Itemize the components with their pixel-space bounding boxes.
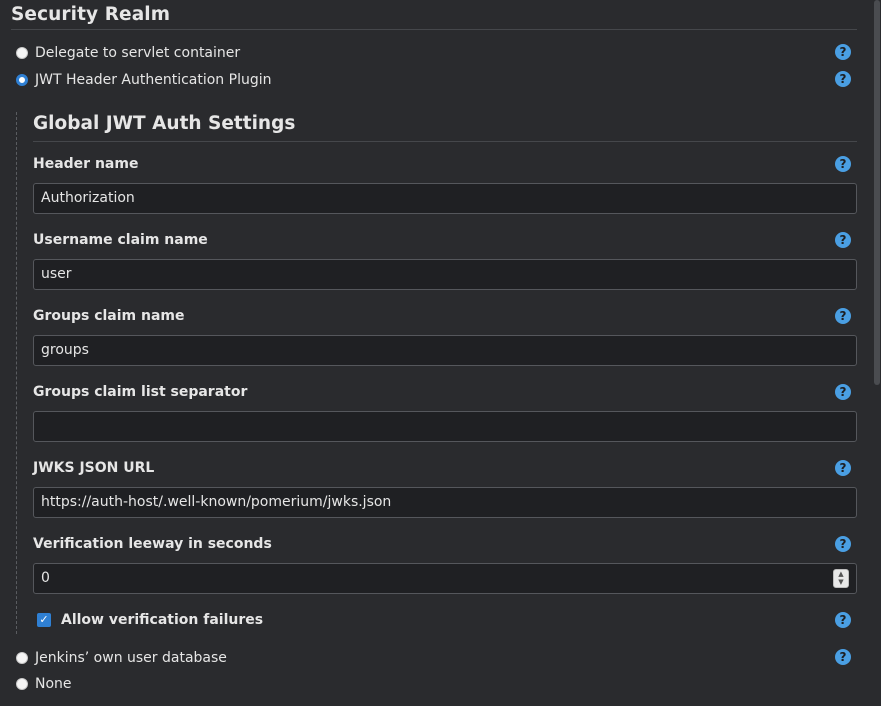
help-icon[interactable]: ? <box>835 384 851 400</box>
help-icon[interactable]: ? <box>835 232 851 248</box>
radio-label: Jenkins’ own user database <box>35 650 227 666</box>
radio-button[interactable] <box>16 74 28 86</box>
spinner-up-icon[interactable]: ▲ <box>837 571 845 578</box>
leeway-value: 0 <box>41 570 50 586</box>
scrollbar[interactable] <box>873 0 881 706</box>
help-icon[interactable]: ? <box>835 649 851 665</box>
help-icon[interactable]: ? <box>835 612 851 628</box>
spinner-down-icon[interactable]: ▼ <box>837 579 845 586</box>
jwt-settings-title: Global JWT Auth Settings <box>33 113 296 134</box>
jwks-url-label: JWKS JSON URL <box>33 460 155 476</box>
help-icon[interactable]: ? <box>835 460 851 476</box>
groups-claim-label: Groups claim name <box>33 308 185 324</box>
jwt-settings-divider <box>33 141 857 142</box>
radio-jwt-plugin[interactable]: JWT Header Authentication Plugin <box>16 70 271 90</box>
help-icon[interactable]: ? <box>835 71 851 87</box>
radio-label: None <box>35 676 72 692</box>
allow-failures-label: Allow verification failures <box>61 612 264 628</box>
radio-button[interactable] <box>16 652 28 664</box>
header-name-input[interactable]: Authorization <box>33 183 857 214</box>
radio-button[interactable] <box>16 678 28 690</box>
section-divider <box>11 29 857 30</box>
help-icon[interactable]: ? <box>835 536 851 552</box>
header-name-label: Header name <box>33 156 139 172</box>
groups-separator-input[interactable] <box>33 411 857 442</box>
leeway-number-input[interactable]: 0 ▲ ▼ <box>33 563 857 594</box>
groups-claim-input[interactable]: groups <box>33 335 857 366</box>
help-icon[interactable]: ? <box>835 44 851 60</box>
allow-failures-checkbox[interactable]: ✓ <box>37 613 51 627</box>
radio-none[interactable]: None <box>16 674 72 694</box>
jwks-url-input[interactable]: https://auth-host/.well-known/pomerium/j… <box>33 487 857 518</box>
radio-label: Delegate to servlet container <box>35 45 241 61</box>
radio-label: JWT Header Authentication Plugin <box>35 72 272 88</box>
help-icon[interactable]: ? <box>835 308 851 324</box>
radio-delegate-servlet[interactable]: Delegate to servlet container <box>16 43 240 63</box>
help-icon[interactable]: ? <box>835 156 851 172</box>
radio-button[interactable] <box>16 47 28 59</box>
leeway-label: Verification leeway in seconds <box>33 536 272 552</box>
number-spinner[interactable]: ▲ ▼ <box>833 569 849 588</box>
username-claim-label: Username claim name <box>33 232 208 248</box>
scrollbar-thumb[interactable] <box>874 0 880 385</box>
radio-jenkins-user-db[interactable]: Jenkins’ own user database <box>16 648 227 668</box>
username-claim-input[interactable]: user <box>33 259 857 290</box>
nested-section-border <box>16 112 17 634</box>
section-title: Security Realm <box>11 4 171 25</box>
groups-separator-label: Groups claim list separator <box>33 384 248 400</box>
